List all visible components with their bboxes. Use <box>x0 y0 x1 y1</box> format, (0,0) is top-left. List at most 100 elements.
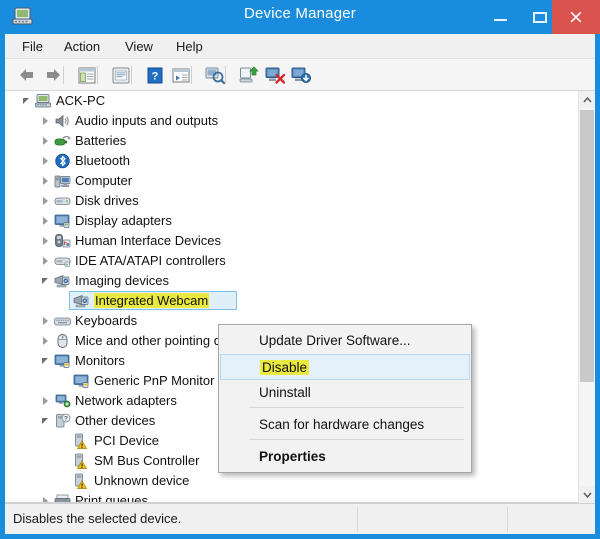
expand-arrow-closed-icon[interactable] <box>38 151 52 171</box>
disable-device-icon[interactable] <box>289 63 313 87</box>
tree-item[interactable]: Human Interface Devices <box>5 231 577 251</box>
tree-item-label: Audio inputs and outputs <box>75 113 219 128</box>
device-manager-window: Device Manager × File Action View Help ? AC… <box>0 0 600 539</box>
minimize-button[interactable] <box>480 0 520 34</box>
expand-arrow-closed-icon[interactable] <box>38 251 52 271</box>
context-menu-separator <box>249 407 464 408</box>
battery-icon <box>54 133 71 149</box>
expand-arrow-closed-icon[interactable] <box>38 491 52 502</box>
tree-item-label: Unknown device <box>94 473 190 488</box>
tree-item-label: PCI Device <box>94 433 160 448</box>
tree-item[interactable]: Bluetooth <box>5 151 577 171</box>
show-hide-console-tree-icon[interactable] <box>75 63 99 87</box>
expand-arrow-closed-icon[interactable] <box>38 311 52 331</box>
tree-item[interactable]: Imaging devices <box>5 271 577 291</box>
scrollbar-thumb[interactable] <box>580 110 594 382</box>
tree-item[interactable]: Batteries <box>5 131 577 151</box>
tree-item-label: SM Bus Controller <box>94 453 200 468</box>
update-driver-icon[interactable] <box>237 63 261 87</box>
expand-arrow-closed-icon[interactable] <box>38 231 52 251</box>
menu-bar: File Action View Help <box>5 34 595 59</box>
expand-arrow-closed-icon[interactable] <box>38 391 52 411</box>
expand-arrow-closed-icon[interactable] <box>38 331 52 351</box>
keyboard-icon <box>54 313 71 329</box>
title-bar: Device Manager × <box>0 0 600 34</box>
context-menu-item-uninstall[interactable]: Uninstall <box>220 380 470 406</box>
minimize-icon <box>493 19 507 21</box>
chevron-up-icon <box>582 96 592 102</box>
tree-item[interactable]: Unknown device <box>5 471 577 491</box>
bluetooth-icon <box>54 153 71 169</box>
toolbar-separator <box>63 66 64 84</box>
maximize-icon <box>533 11 547 23</box>
monitor-icon <box>73 373 90 389</box>
context-menu-item-update-driver-software[interactable]: Update Driver Software... <box>220 328 470 354</box>
toolbar-separator <box>97 66 98 84</box>
tree-item-label: Imaging devices <box>75 273 169 288</box>
menu-file[interactable]: File <box>15 37 50 56</box>
tree-item[interactable]: Display adapters <box>5 211 577 231</box>
svg-text:?: ? <box>64 417 68 423</box>
scroll-down-button[interactable] <box>579 486 595 503</box>
context-menu-item-label: Properties <box>259 449 326 464</box>
tree-item-label: IDE ATA/ATAPI controllers <box>75 253 226 268</box>
context-menu-item-disable[interactable]: Disable <box>220 354 470 380</box>
tree-item[interactable]: IDE ATA/ATAPI controllers <box>5 251 577 271</box>
context-menu-item-scan-for-hardware-changes[interactable]: Scan for hardware changes <box>220 412 470 438</box>
tree-item[interactable]: Disk drives <box>5 191 577 211</box>
vertical-scrollbar[interactable] <box>578 91 595 503</box>
context-menu-separator <box>249 439 464 440</box>
expand-arrow-closed-icon[interactable] <box>38 171 52 191</box>
network-icon <box>54 393 71 409</box>
expand-arrow-open-icon[interactable] <box>38 351 52 371</box>
warning-device-icon <box>73 473 90 489</box>
help-icon[interactable]: ? <box>143 63 167 87</box>
tree-item-label: Integrated Webcam <box>94 293 210 308</box>
context-menu-item-label: Scan for hardware changes <box>259 417 425 432</box>
tree-item-selected[interactable]: Integrated Webcam <box>5 291 577 311</box>
expand-arrow-open-icon[interactable] <box>38 411 52 431</box>
tree-item-label: Bluetooth <box>75 153 130 168</box>
uninstall-device-icon[interactable] <box>263 63 287 87</box>
forward-icon[interactable] <box>41 63 65 87</box>
context-menu-item-label: Disable <box>260 360 310 375</box>
unknown-device-icon: ? <box>54 413 71 429</box>
tree-item[interactable]: ACK-PC <box>5 91 577 111</box>
svg-text:?: ? <box>152 70 159 82</box>
toolbar: ? <box>5 59 595 91</box>
details-icon[interactable] <box>169 63 193 87</box>
tree-item-label: Disk drives <box>75 193 139 208</box>
close-button[interactable]: × <box>552 0 600 34</box>
toolbar-separator <box>225 66 226 84</box>
expand-arrow-open-icon[interactable] <box>19 91 33 111</box>
hid-icon <box>54 233 71 249</box>
expand-arrow-closed-icon[interactable] <box>38 211 52 231</box>
tree-item[interactable]: Computer <box>5 171 577 191</box>
context-menu[interactable]: Update Driver Software... Disable Uninstal… <box>218 324 472 473</box>
context-menu-item-label: Uninstall <box>259 385 311 400</box>
menu-action[interactable]: Action <box>57 37 107 56</box>
tree-item-label: Display adapters <box>75 213 172 228</box>
computer-node-icon <box>54 173 71 189</box>
expand-arrow-closed-icon[interactable] <box>38 191 52 211</box>
tree-item[interactable]: Audio inputs and outputs <box>5 111 577 131</box>
computer-icon <box>35 93 52 109</box>
tree-item-label: Generic PnP Monitor <box>94 373 215 388</box>
client-area: File Action View Help ? ACK-PC Audio inputs … <box>5 34 595 534</box>
ide-icon <box>54 253 71 269</box>
expand-arrow-closed-icon[interactable] <box>38 131 52 151</box>
tree-item-label: Print queues <box>75 493 148 503</box>
display-icon <box>54 213 71 229</box>
warning-device-icon <box>73 453 90 469</box>
back-icon[interactable] <box>15 63 39 87</box>
scroll-up-button[interactable] <box>579 91 595 108</box>
scan-hardware-changes-icon[interactable] <box>203 63 227 87</box>
properties-icon[interactable] <box>109 63 133 87</box>
expand-arrow-open-icon[interactable] <box>38 271 52 291</box>
context-menu-item-properties[interactable]: Properties <box>220 444 470 470</box>
menu-view[interactable]: View <box>118 37 160 56</box>
menu-help[interactable]: Help <box>169 37 210 56</box>
printer-icon <box>54 493 71 502</box>
expand-arrow-closed-icon[interactable] <box>38 111 52 131</box>
tree-item[interactable]: Print queues <box>5 491 577 503</box>
